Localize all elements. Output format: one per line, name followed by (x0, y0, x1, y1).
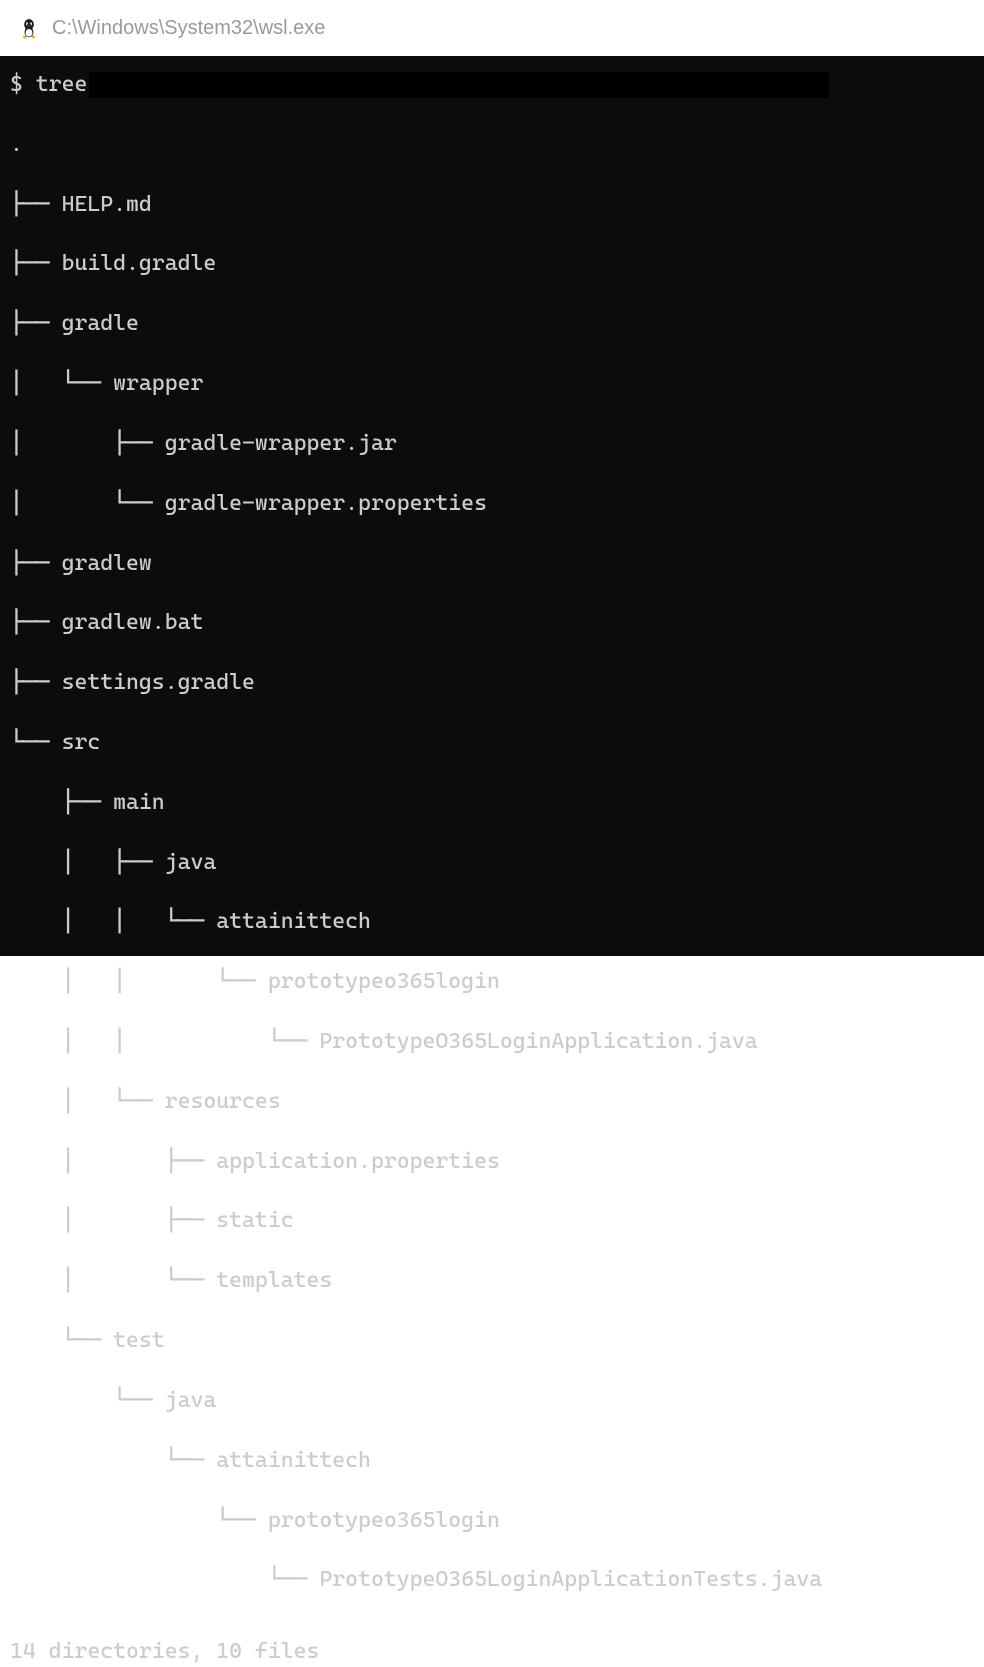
tree-row: │ │ └── prototypeo365login (10, 967, 974, 997)
tree-row: └── java (10, 1386, 974, 1416)
tree-row: ├── main (10, 788, 974, 818)
tree-row: │ │ └── attainittech (10, 907, 974, 937)
tree-row: └── prototypeo365login (10, 1506, 974, 1536)
tree-row: └── attainittech (10, 1446, 974, 1476)
tree-row: ├── build.gradle (10, 249, 974, 279)
tree-row: ├── gradlew.bat (10, 608, 974, 638)
tree-row: │ ├── application.properties (10, 1147, 974, 1177)
terminal-body[interactable]: $ tree . ├── HELP.md ├── build.gradle ├─… (0, 56, 984, 956)
tree-row: ├── gradle (10, 309, 974, 339)
tree-row: ├── settings.gradle (10, 668, 974, 698)
prompt-sign: $ (10, 70, 36, 100)
tree-row: └── PrototypeO365LoginApplicationTests.j… (10, 1565, 974, 1595)
tree-summary: 14 directories, 10 files (10, 1637, 974, 1667)
tree-row: │ └── wrapper (10, 369, 974, 399)
tree-row: │ ├── gradle-wrapper.jar (10, 429, 974, 459)
window-title: C:\Windows\System32\wsl.exe (52, 17, 325, 40)
tree-row: │ ├── java (10, 848, 974, 878)
tree-row: │ └── templates (10, 1266, 974, 1296)
tux-icon (18, 17, 40, 39)
tree-row: └── test (10, 1326, 974, 1356)
tree-row: │ │ └── PrototypeO365LoginApplication.ja… (10, 1027, 974, 1057)
tree-row: └── src (10, 728, 974, 758)
tree-row: ├── gradlew (10, 549, 974, 579)
prompt-line: $ tree (10, 70, 974, 100)
tree-row: │ ├── static (10, 1206, 974, 1236)
window-titlebar: C:\Windows\System32\wsl.exe (0, 0, 984, 56)
tree-row: ├── HELP.md (10, 190, 974, 220)
tree-row: │ └── resources (10, 1087, 974, 1117)
redacted-block (89, 72, 829, 98)
command-text: tree (36, 70, 88, 100)
tree-row: │ └── gradle-wrapper.properties (10, 489, 974, 519)
tree-row: . (10, 130, 974, 160)
